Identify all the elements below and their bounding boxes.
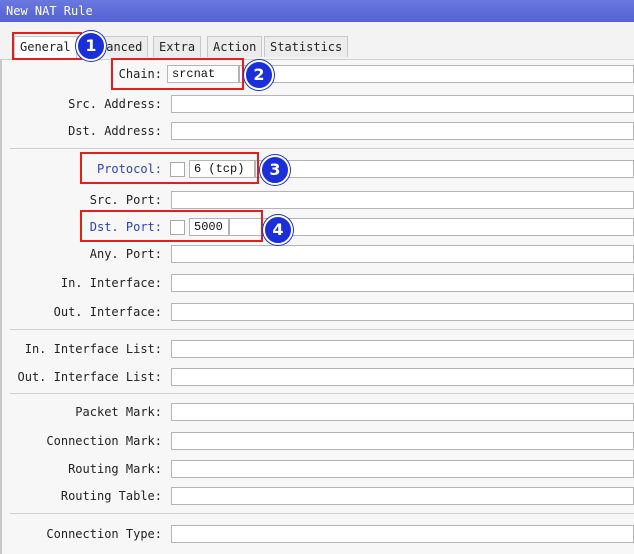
highlight-general-tab <box>12 32 82 60</box>
chain-select-rest[interactable] <box>239 65 634 83</box>
separator <box>10 329 634 330</box>
src-port-field[interactable] <box>171 191 634 209</box>
connection-mark-label: Connection Mark: <box>46 434 162 448</box>
in-interface-label: In. Interface: <box>60 276 162 290</box>
highlight-dst-port <box>80 210 263 242</box>
routing-table-label: Routing Table: <box>60 489 162 503</box>
separator <box>10 513 634 514</box>
in-interface-field[interactable] <box>171 274 634 292</box>
protocol-select-rest[interactable] <box>255 160 634 178</box>
tab-action[interactable]: Action <box>207 36 263 57</box>
out-interface-label: Out. Interface: <box>53 305 162 319</box>
tab-statistics[interactable]: Statistics <box>264 36 349 57</box>
window-title: New NAT Rule <box>0 0 634 22</box>
src-port-label: Src. Port: <box>89 193 162 207</box>
in-interface-list-label: In. Interface List: <box>24 342 162 356</box>
src-address-label: Src. Address: <box>68 97 162 111</box>
separator <box>10 393 634 394</box>
src-address-field[interactable] <box>171 95 634 113</box>
connection-type-field[interactable] <box>171 525 634 543</box>
dst-address-label: Dst. Address: <box>68 124 162 138</box>
routing-mark-label: Routing Mark: <box>68 462 162 476</box>
tab-extra[interactable]: Extra <box>153 36 202 57</box>
step-3-badge: 3 <box>260 155 290 185</box>
connection-type-label: Connection Type: <box>46 527 162 541</box>
step-4-badge: 4 <box>263 215 293 245</box>
out-interface-field[interactable] <box>171 303 634 321</box>
step-2-badge: 2 <box>244 60 274 90</box>
routing-table-field[interactable] <box>171 487 634 505</box>
step-1-badge: 1 <box>76 31 106 61</box>
routing-mark-field[interactable] <box>171 460 634 478</box>
any-port-field[interactable] <box>171 245 634 263</box>
highlight-chain <box>111 58 244 90</box>
dst-address-field[interactable] <box>171 122 634 140</box>
packet-mark-field[interactable] <box>171 403 634 421</box>
any-port-label: Any. Port: <box>89 247 162 261</box>
out-interface-list-field[interactable] <box>171 368 634 386</box>
out-interface-list-label: Out. Interface List: <box>17 370 163 384</box>
in-interface-list-field[interactable] <box>171 340 634 358</box>
packet-mark-label: Packet Mark: <box>75 405 162 419</box>
connection-mark-field[interactable] <box>171 432 634 450</box>
separator <box>10 148 634 149</box>
highlight-protocol <box>80 152 259 184</box>
